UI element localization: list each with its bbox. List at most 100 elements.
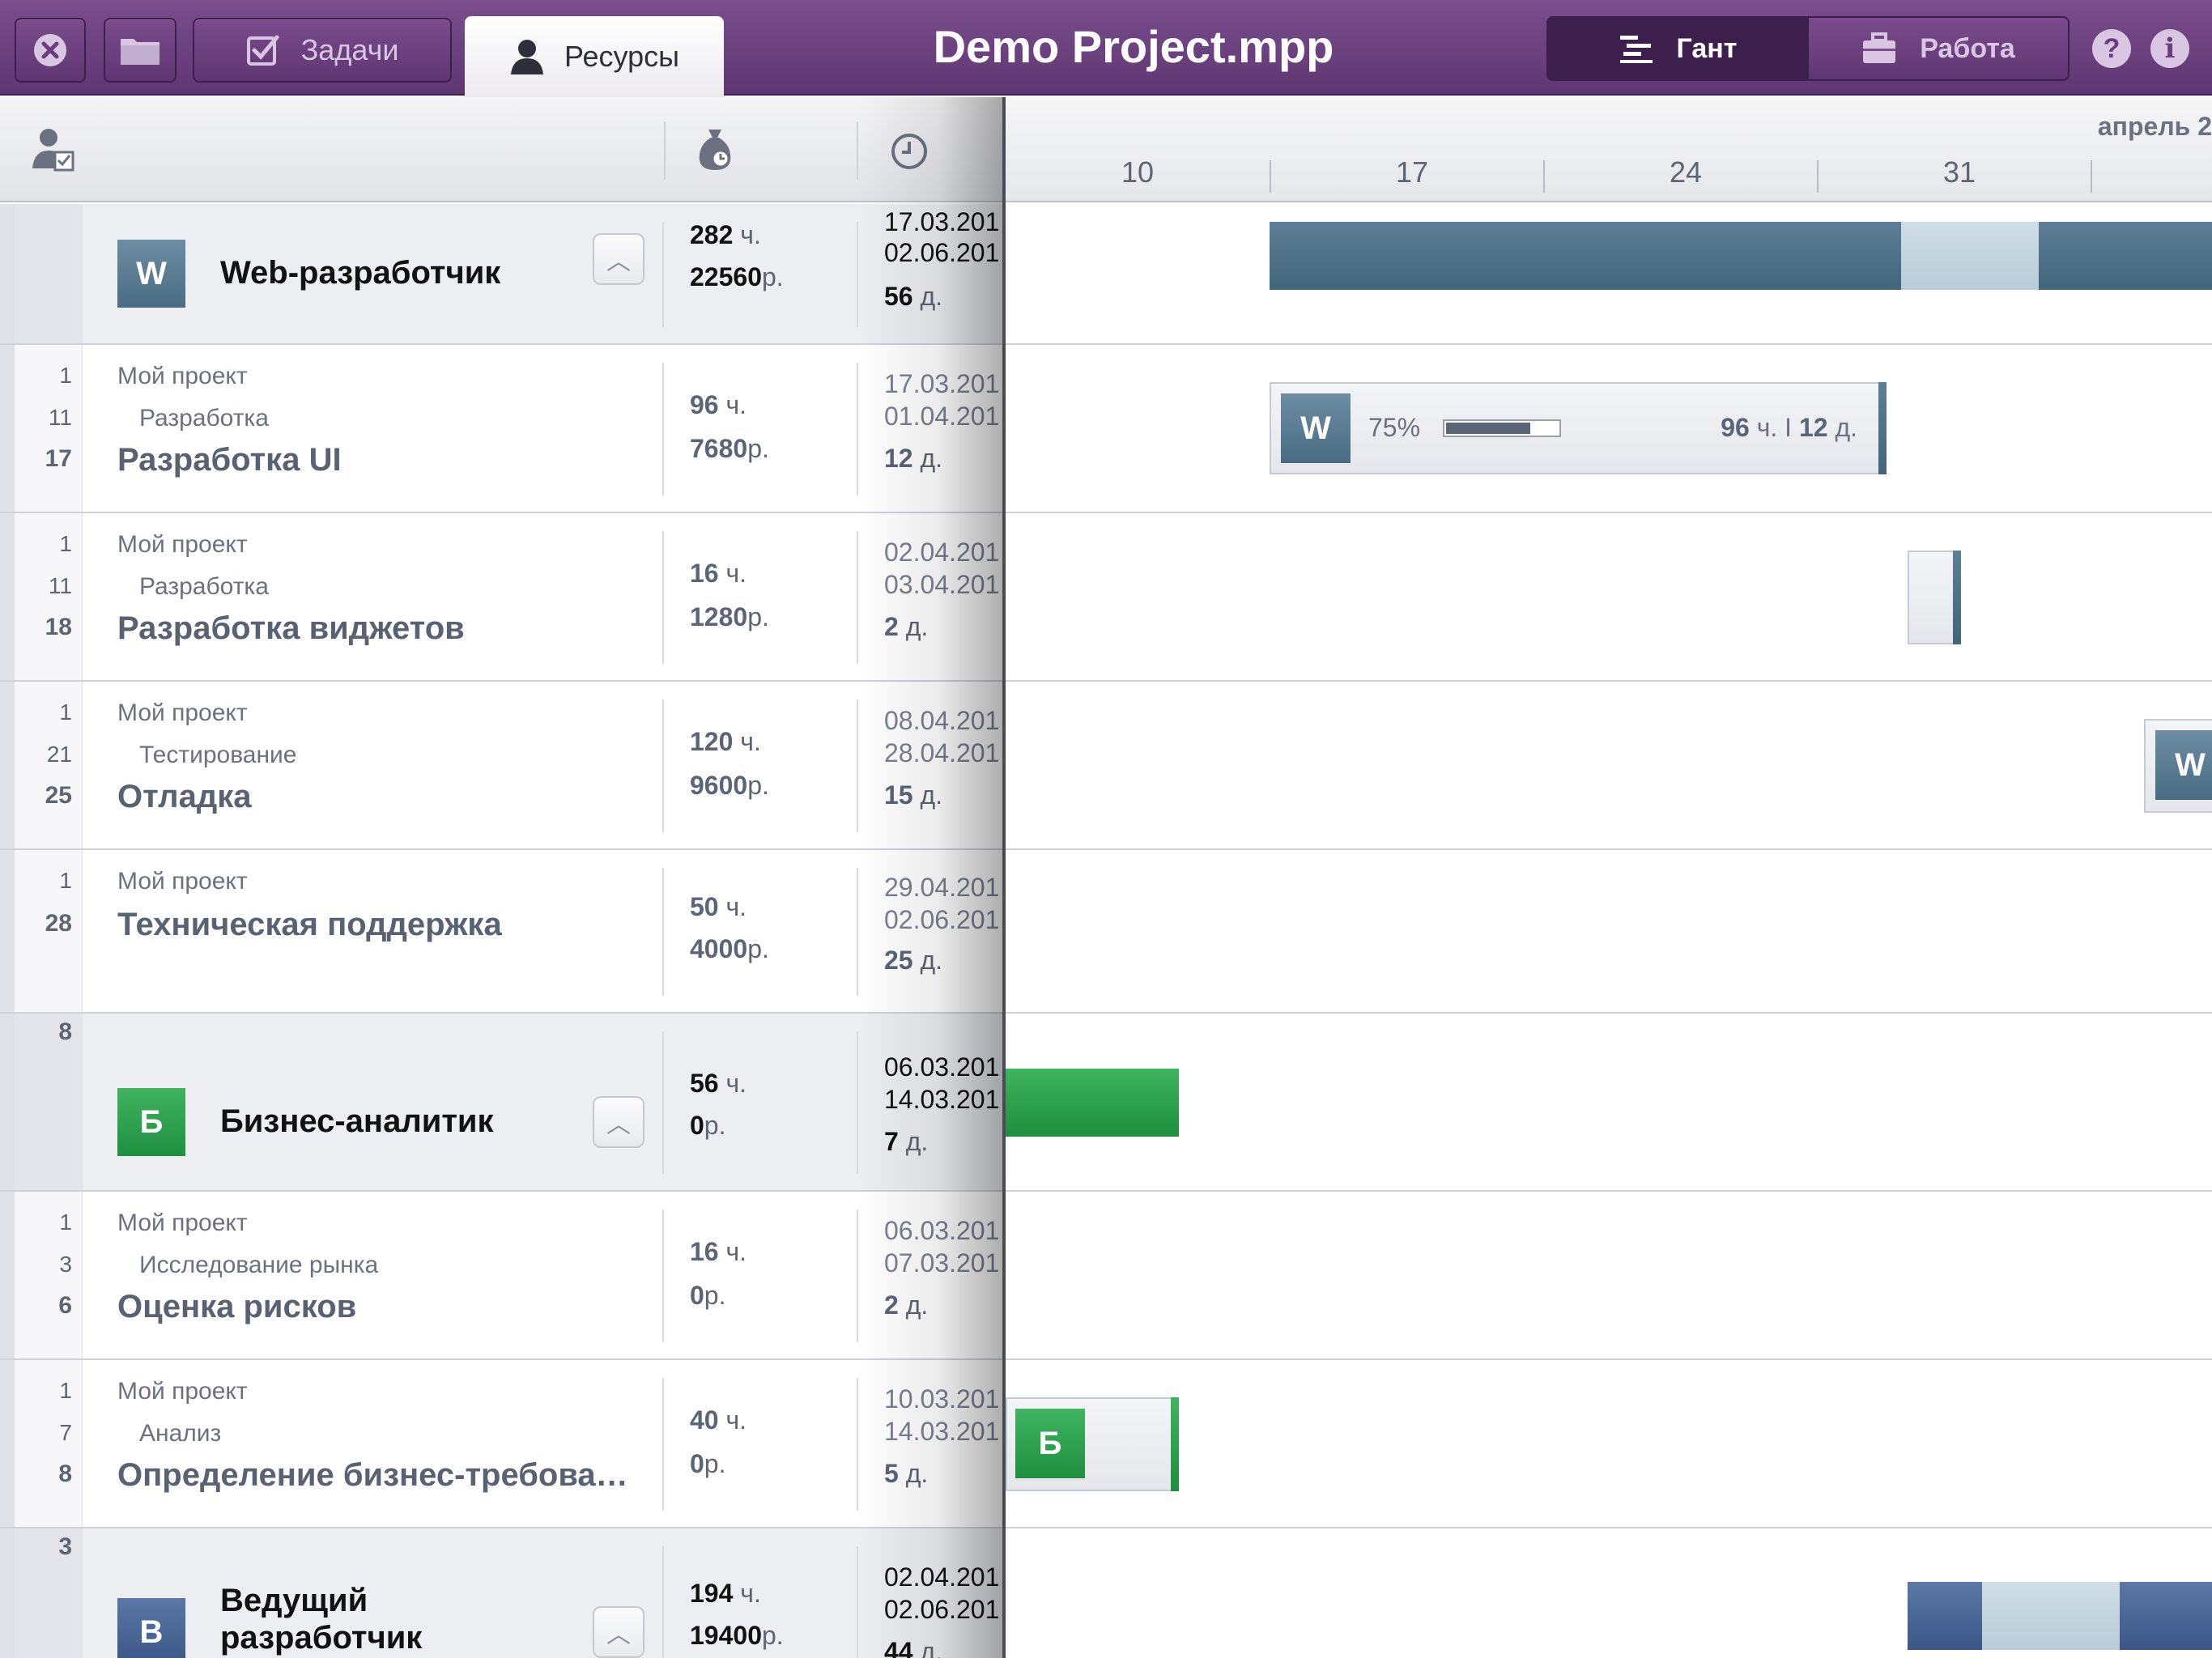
week-tick-line — [2091, 160, 2092, 193]
collapse-button[interactable]: ︿ — [593, 1096, 644, 1148]
task-progress-fill — [1446, 423, 1530, 434]
row-parent-number: 11 — [48, 573, 72, 598]
task-cost: 9600р. — [690, 771, 769, 800]
row-gridline — [1006, 1358, 2212, 1360]
row-gridline — [1006, 343, 2212, 345]
row-task-number: 18 — [45, 614, 72, 640]
help-icon[interactable]: ? — [2092, 29, 2131, 68]
column-separator — [662, 1378, 664, 1511]
task-bar[interactable]: Б — [1006, 1397, 1179, 1491]
resource-summary-bar[interactable] — [1270, 222, 1901, 290]
view-work-button[interactable]: Работа — [1807, 18, 2068, 79]
row-edge — [0, 682, 15, 848]
money-bag-icon[interactable] — [696, 126, 734, 172]
task-bar[interactable]: W 75% 96 ч. I 12 д. — [1270, 382, 1887, 474]
tab-resources[interactable]: Ресурсы — [465, 16, 724, 97]
gantt-chart[interactable]: W 75% 96 ч. I 12 д. W Б — [1006, 204, 2212, 1658]
view-gantt-button[interactable]: Гант — [1548, 18, 1807, 79]
collapse-button[interactable]: ︿ — [593, 233, 644, 285]
close-button[interactable] — [15, 18, 86, 83]
tab-tasks-label: Задачи — [300, 33, 399, 66]
row-task-number: 8 — [58, 1460, 72, 1487]
task-duration: 2 д. — [884, 612, 929, 641]
task-start-date: 10.03.201 — [884, 1384, 1000, 1414]
column-separator — [857, 1546, 858, 1658]
task-project: Мой проект — [117, 363, 248, 389]
column-separator — [662, 1031, 664, 1174]
resource-start-date: 02.04.201 — [884, 1562, 1000, 1592]
row-gridline — [1006, 1527, 2212, 1528]
task-percent-complete: 75% — [1368, 413, 1421, 442]
task-phase: Разработка — [139, 573, 269, 600]
collapse-button[interactable]: ︿ — [593, 1606, 644, 1658]
task-row[interactable]: 1 7 8 Мой проект Анализ Определение бизн… — [0, 1360, 1004, 1528]
task-phase: Разработка — [139, 405, 269, 432]
row-level-number: 1 — [59, 1209, 72, 1235]
summary-bar-gap — [1901, 222, 2039, 290]
resource-summary-bar[interactable] — [2120, 1582, 2212, 1650]
resource-duration: 44 д. — [884, 1637, 943, 1658]
resource-group-row[interactable]: W Web-разработчик ︿ 282 ч. 22560р. 17.03… — [0, 204, 1004, 345]
info-icon[interactable]: i — [2150, 29, 2189, 68]
task-row[interactable]: 1 11 17 Мой проект Разработка Разработка… — [0, 345, 1004, 513]
row-number-column: 1 3 6 — [15, 1192, 83, 1358]
task-hours: 16 ч. — [690, 1237, 747, 1266]
summary-bar-gap — [1982, 1582, 2120, 1650]
task-row[interactable]: 1 11 18 Мой проект Разработка Разработка… — [0, 513, 1004, 682]
task-bar-summary: 96 ч. I 12 д. — [1721, 413, 1857, 442]
chevron-up-icon: ︿ — [606, 1622, 631, 1648]
task-row[interactable]: 1 28 Мой проект Техническая поддержка 50… — [0, 850, 1004, 1014]
row-parent-number: 3 — [59, 1252, 72, 1277]
resource-group-row[interactable]: 3 В Ведущий разработчик ︿ 194 ч. 19400р.… — [0, 1528, 1004, 1658]
row-task-number: 17 — [45, 445, 72, 472]
close-icon — [34, 34, 66, 66]
resource-summary-bar[interactable] — [1006, 1069, 1179, 1137]
row-number-column: 1 21 25 — [15, 682, 83, 848]
row-number-column: 3 — [15, 1528, 83, 1658]
row-task-number: 28 — [45, 910, 72, 937]
task-row[interactable]: 1 3 6 Мой проект Исследование рынка Оцен… — [0, 1192, 1004, 1360]
resource-group-row[interactable]: 8 Б Бизнес-аналитик ︿ 56 ч. 0р. 06.03.20… — [0, 1014, 1004, 1192]
resource-summary-bar[interactable] — [1908, 1582, 1982, 1650]
task-cost: 0р. — [690, 1449, 726, 1478]
task-bar[interactable]: W — [2144, 719, 2212, 813]
column-separator — [857, 531, 858, 664]
task-hours: 50 ч. — [690, 892, 747, 921]
column-separator — [662, 363, 664, 495]
column-separator — [662, 531, 664, 664]
task-hours: 16 ч. — [690, 559, 747, 588]
timeline-header[interactable]: апрель 2 10 17 24 31 — [1006, 97, 2212, 202]
column-separator — [857, 222, 858, 327]
task-title: Разработка UI — [117, 442, 342, 478]
tab-tasks[interactable]: Задачи — [193, 18, 452, 83]
task-start-date: 29.04.201 — [884, 873, 1000, 902]
view-work-label: Работа — [1920, 32, 2015, 64]
task-finish-date: 14.03.201 — [884, 1417, 1000, 1446]
open-file-button[interactable] — [104, 18, 177, 83]
pane-divider[interactable] — [1002, 97, 1006, 1658]
row-level-number: 1 — [59, 363, 72, 388]
document-title: Demo Project.mpp — [933, 21, 1334, 72]
resource-summary-bar[interactable] — [2039, 222, 2212, 290]
task-duration: 12 д. — [884, 444, 943, 473]
assigned-resource-icon[interactable] — [32, 126, 74, 172]
task-project: Мой проект — [117, 531, 248, 558]
column-separator — [857, 1209, 858, 1342]
resource-name: Бизнес-аналитик — [220, 1103, 494, 1139]
column-separator — [662, 1546, 664, 1658]
task-title: Техническая поддержка — [117, 907, 502, 942]
resource-cost: 0р. — [690, 1111, 726, 1140]
task-project: Мой проект — [117, 868, 248, 895]
task-cost: 7680р. — [690, 434, 769, 463]
task-bar-endcap — [1878, 382, 1887, 474]
resource-name-line: разработчик — [220, 1620, 423, 1656]
row-edge — [0, 1528, 15, 1658]
row-edge — [0, 204, 15, 343]
task-bar[interactable] — [1908, 551, 1961, 644]
clock-icon[interactable] — [891, 133, 928, 170]
row-number-column — [15, 204, 83, 343]
task-hours: 120 ч. — [690, 727, 761, 756]
row-gridline — [1006, 512, 2212, 513]
task-row[interactable]: 1 21 25 Мой проект Тестирование Отладка … — [0, 682, 1004, 850]
resource-duration: 7 д. — [884, 1127, 929, 1156]
